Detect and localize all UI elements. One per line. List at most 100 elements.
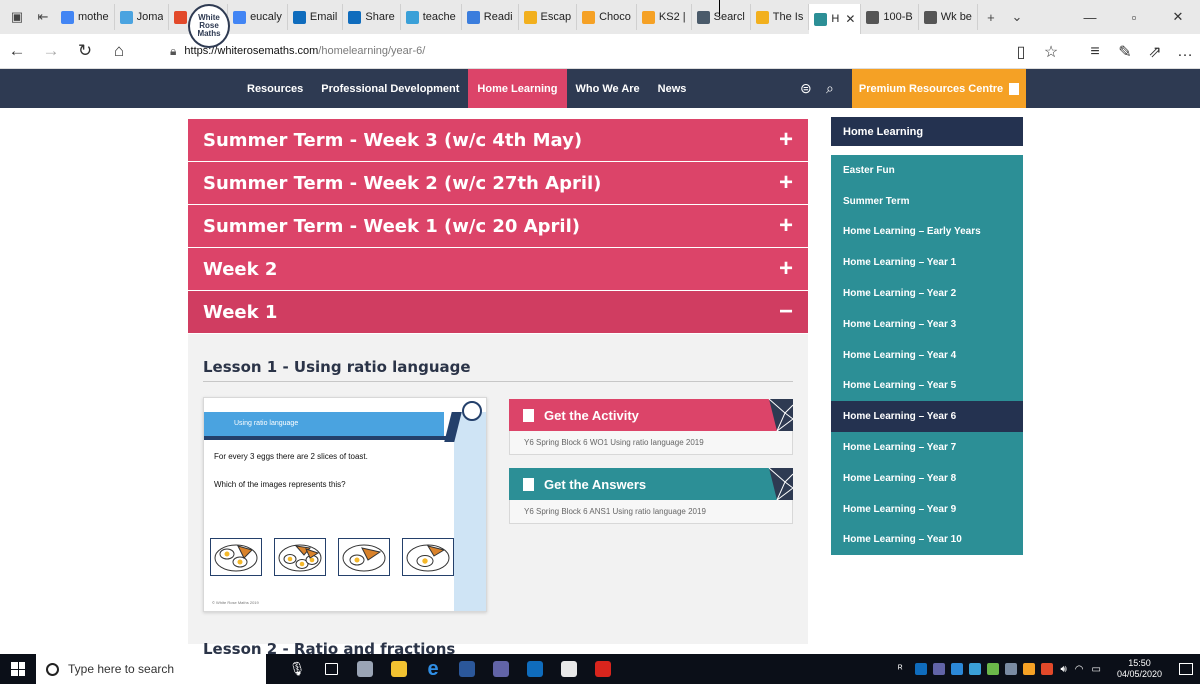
people-icon[interactable]: ᴿ: [898, 664, 903, 675]
premium-resources-button[interactable]: Premium Resources Centre: [852, 69, 1026, 108]
sidebar-item[interactable]: Home Learning – Year 2: [831, 278, 1023, 309]
set-aside-tabs-icon[interactable]: ⇤: [30, 4, 56, 30]
start-button[interactable]: [0, 654, 36, 684]
more-icon[interactable]: …: [1170, 43, 1200, 61]
whiteboard-icon[interactable]: [554, 654, 584, 684]
taskbar-search[interactable]: Type here to search: [36, 654, 266, 684]
settings-app-icon[interactable]: [350, 654, 380, 684]
security-tray-icon[interactable]: [987, 663, 1000, 675]
lesson-1-slide-preview[interactable]: Using ratio language For every 3 eggs th…: [203, 397, 487, 612]
sidebar-title[interactable]: Home Learning: [831, 117, 1023, 146]
accordion-row[interactable]: Summer Term - Week 2 (w/c 27th April) +: [188, 162, 808, 205]
sidebar-item[interactable]: Home Learning – Year 3: [831, 309, 1023, 340]
refresh-button[interactable]: ↻: [68, 36, 102, 66]
battery-icon[interactable]: ▭: [1092, 664, 1101, 675]
outlook-icon[interactable]: [520, 654, 550, 684]
home-button[interactable]: ⌂: [102, 36, 136, 66]
close-window-button[interactable]: ✕: [1156, 0, 1200, 34]
nav-item[interactable]: Home Learning: [468, 69, 567, 108]
sidebar-item[interactable]: Home Learning – Year 6: [831, 401, 1023, 433]
accordion-row[interactable]: Summer Term - Week 1 (w/c 20 April) +: [188, 205, 808, 248]
sidebar-item[interactable]: Home Learning – Year 4: [831, 340, 1023, 371]
expand-plus-icon[interactable]: +: [779, 214, 793, 238]
sidebar-item[interactable]: Home Learning – Early Years: [831, 217, 1023, 248]
teams-icon[interactable]: [486, 654, 516, 684]
teacher-icon: [405, 10, 419, 24]
expand-plus-icon[interactable]: +: [779, 128, 793, 152]
task-view-icon[interactable]: [316, 654, 346, 684]
sidebar-item[interactable]: Home Learning – Year 5: [831, 371, 1023, 402]
activity-file-name: Y6 Spring Block 6 WO1 Using ratio langua…: [509, 431, 793, 455]
url-field[interactable]: 🔒︎ https://whiterosemaths.com/homelearni…: [170, 39, 1065, 63]
cloud-tray-icon[interactable]: [969, 663, 982, 675]
sidebar-item[interactable]: Home Learning – Year 7: [831, 432, 1023, 463]
basket-icon[interactable]: ⊜: [800, 80, 812, 97]
nav-item[interactable]: News: [649, 69, 696, 108]
onedrive-tray-icon[interactable]: [951, 663, 964, 675]
tab-preview-chevron-icon[interactable]: ⌄: [1004, 4, 1030, 30]
browser-tab[interactable]: Escap: [519, 4, 578, 30]
accordion-row[interactable]: Summer Term - Week 3 (w/c 4th May) +: [188, 119, 808, 162]
collapse-minus-icon[interactable]: −: [779, 300, 793, 324]
minimize-button[interactable]: —: [1068, 0, 1112, 34]
browser-tab[interactable]: Email: [288, 4, 344, 30]
sidebar-item[interactable]: Easter Fun: [831, 155, 1023, 186]
sidebar-item[interactable]: Home Learning – Year 1: [831, 247, 1023, 278]
get-activity-card[interactable]: Get the Activity Y6 Spring Block 6 WO1 U…: [509, 399, 793, 455]
browser-tab[interactable]: 100-B: [861, 4, 919, 30]
microphone-icon[interactable]: 🎙︎: [282, 654, 312, 684]
volume-icon[interactable]: 🔊︎: [1060, 664, 1066, 675]
browser-tab[interactable]: Readi: [462, 4, 519, 30]
taskbar-clock[interactable]: 15:50 04/05/2020: [1117, 658, 1162, 680]
reading-view-icon[interactable]: ▯: [1006, 42, 1036, 62]
search-icon[interactable]: ⌕: [826, 80, 834, 97]
word-icon[interactable]: [452, 654, 482, 684]
sidebar-item[interactable]: Home Learning – Year 10: [831, 525, 1023, 556]
browser-tab[interactable]: mothe: [56, 4, 115, 30]
close-tab-icon[interactable]: ✕: [845, 12, 855, 26]
sidebar-item[interactable]: Home Learning – Year 8: [831, 463, 1023, 494]
favorites-hub-icon[interactable]: ≡: [1080, 43, 1110, 61]
expand-plus-icon[interactable]: +: [779, 257, 793, 281]
pen-icon[interactable]: ✎: [1110, 42, 1140, 62]
browser-tab[interactable]: teache: [401, 4, 462, 30]
acrobat-icon[interactable]: [588, 654, 618, 684]
edge-icon[interactable]: e: [418, 654, 448, 684]
outlook-tray-icon[interactable]: [915, 663, 928, 675]
white-rose-maths-logo[interactable]: White Rose Maths: [188, 4, 230, 48]
network-tray-icon[interactable]: [1005, 663, 1018, 675]
sidebar-item[interactable]: Summer Term: [831, 186, 1023, 217]
get-answers-card[interactable]: Get the Answers Y6 Spring Block 6 ANS1 U…: [509, 468, 793, 524]
restore-button[interactable]: ▫: [1112, 0, 1156, 34]
browser-tab[interactable]: Wk be: [919, 4, 978, 30]
nav-item[interactable]: Resources: [238, 69, 312, 108]
expand-plus-icon[interactable]: +: [779, 171, 793, 195]
forward-button[interactable]: →: [34, 36, 68, 66]
back-button[interactable]: ←: [0, 36, 34, 66]
notifications-icon[interactable]: [1172, 654, 1200, 684]
sidebar-item[interactable]: Home Learning – Year 9: [831, 494, 1023, 525]
file-explorer-icon[interactable]: [384, 654, 414, 684]
browser-tab[interactable]: eucaly: [228, 4, 288, 30]
accordion-row[interactable]: Week 2 +: [188, 248, 808, 291]
browser-tab[interactable]: Choco: [577, 4, 637, 30]
tab-actions-icon[interactable]: ▣: [4, 4, 30, 30]
browser-tab[interactable]: H ✕: [809, 4, 862, 34]
wifi-icon[interactable]: ◠: [1075, 664, 1084, 675]
alert-tray-icon[interactable]: [1041, 663, 1054, 675]
teams-tray-icon[interactable]: [933, 663, 946, 675]
accordion-row[interactable]: Week 1 −: [188, 291, 808, 334]
browser-tab[interactable]: KS2 |: [637, 4, 692, 30]
browser-tab[interactable]: Joma: [115, 4, 170, 30]
browser-tab[interactable]: Searcl: [692, 4, 751, 30]
new-tab-button[interactable]: +: [978, 4, 1004, 30]
nav-item[interactable]: Who We Are: [567, 69, 649, 108]
get-answers-button[interactable]: Get the Answers: [509, 468, 793, 500]
favorite-star-icon[interactable]: ☆: [1036, 42, 1066, 62]
browser-tab[interactable]: Share: [343, 4, 401, 30]
nav-item[interactable]: Professional Development: [312, 69, 468, 108]
app-tray-icon[interactable]: [1023, 663, 1036, 675]
get-activity-button[interactable]: Get the Activity: [509, 399, 793, 431]
browser-tab[interactable]: The Is: [751, 4, 810, 30]
share-icon[interactable]: ⇗: [1140, 42, 1170, 62]
